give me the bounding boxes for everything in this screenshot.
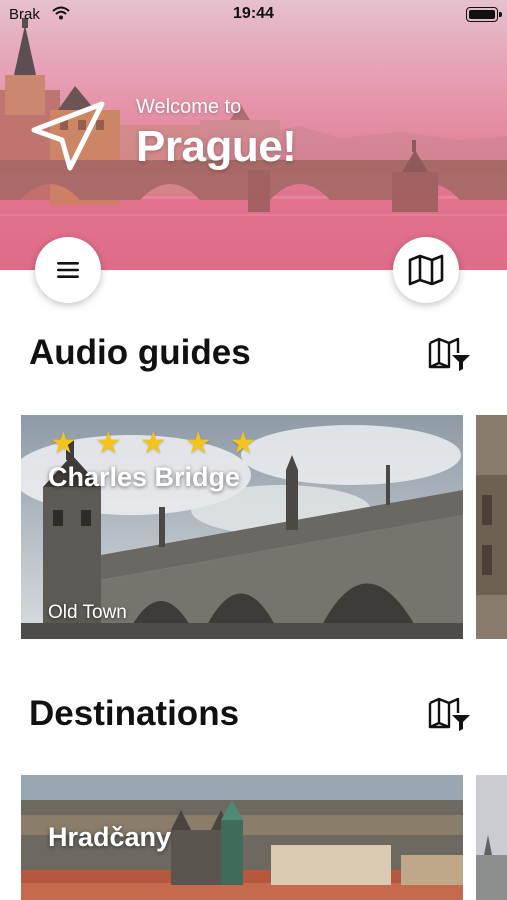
hamburger-icon [57,262,79,278]
star-icon: ★ [50,427,77,460]
audio-guide-card-next[interactable] [476,415,507,639]
destination-title: Hradčany [48,822,172,852]
audio-guides-heading: Audio guides [29,333,251,372]
city-title: Prague! [136,122,297,171]
audio-guides-filter-button[interactable] [428,337,472,373]
audio-guide-subtitle: Old Town [48,602,127,623]
star-icon: ★ [229,427,257,460]
destination-card[interactable]: Hradčany [21,775,463,900]
map-filter-icon [428,697,470,731]
battery-icon [466,7,502,22]
clock: 19:44 [233,5,274,22]
star-icon: ★ [94,427,122,460]
star-icon: ★ [139,427,167,460]
menu-button[interactable] [35,237,101,303]
destination-card-next[interactable] [476,775,507,900]
map-button[interactable] [393,237,459,303]
map-filter-icon [428,337,470,371]
audio-guide-card[interactable]: ★ ★ ★ ★ ★ Charles Bridge Old Town [21,415,463,639]
welcome-label: Welcome to [136,96,242,118]
destinations-heading: Destinations [29,694,240,733]
next-destination-photo [476,775,507,900]
folded-map-icon [408,254,444,286]
destinations-filter-button[interactable] [428,697,472,733]
audio-guide-title: Charles Bridge [48,462,241,492]
next-card-photo [476,415,507,639]
star-icon: ★ [184,427,212,460]
rating-stars: ★ ★ ★ ★ ★ [50,429,257,459]
status-bar: Brak 19:44 [0,0,507,30]
navigation-arrow-icon [31,101,105,171]
